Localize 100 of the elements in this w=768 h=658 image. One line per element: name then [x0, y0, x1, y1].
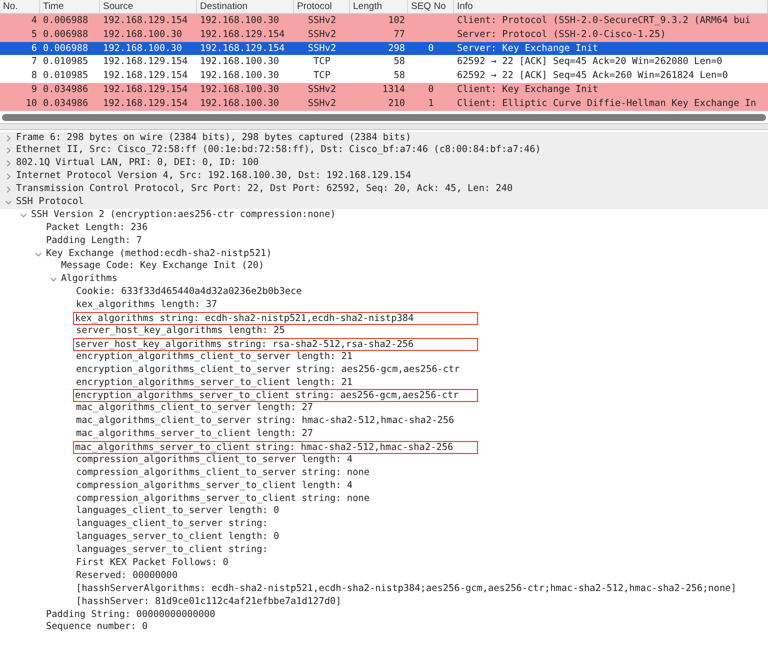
packet-cell-text: 5 — [30, 28, 38, 42]
packet-row[interactable]: 6 0.006988 192.168.100.30 192.168.129.154 SSHv2 298 0 Server: Key Exchange Init — [0, 42, 768, 56]
column-header[interactable]: Source — [100, 0, 197, 13]
packet-cell-text: 0.006988 — [42, 14, 90, 28]
detail-line[interactable]: Padding Length: 7 — [46, 234, 142, 248]
packet-cell-text: 0.006988 — [42, 42, 90, 56]
packet-cell-text: 0 — [427, 42, 435, 56]
packet-cell-text: 62592 → 22 [ACK] Seq=45 Ack=20 Win=262080 Len=0 — [456, 55, 724, 70]
detail-line[interactable]: mac_algorithms_client_to_server string: hmac-sha2-512,hmac-sha2-256 — [76, 415, 454, 428]
packet-cell-text: 62592 → 22 [ACK] Seq=45 Ack=260 Win=261824 Len=0 — [456, 69, 729, 83]
detail-line[interactable]: kex_algorithms length: 37 — [76, 299, 218, 312]
detail-line[interactable]: mac_algorithms_client_to_server length: 27 — [76, 402, 314, 416]
detail-line[interactable]: Sequence number: 0 — [46, 621, 148, 634]
packet-cell-text: 0.006988 — [42, 28, 90, 42]
packet-cell-text: Server: Key Exchange Init — [456, 42, 600, 56]
packet-cell-text: 9 — [30, 82, 38, 97]
chevron-right-icon[interactable] — [4, 146, 13, 156]
column-header[interactable]: Protocol — [294, 0, 350, 13]
horizontal-scrollbar[interactable] — [2, 114, 766, 121]
detail-line[interactable]: compression_algorithms_server_to_client length: 4 — [76, 480, 353, 493]
detail-line[interactable]: encryption_algorithms_client_to_server length: 21 — [76, 350, 353, 364]
packet-row[interactable]: 5 0.006988 192.168.100.30 192.168.129.154 SSHv2 77 Server: Protocol (SSH-2.0-Cisco-1.25) — [0, 28, 768, 42]
packet-cell-text: SSHv2 — [306, 82, 338, 97]
packet-cell-text: 6 — [30, 42, 38, 56]
detail-line[interactable]: languages_client_to_server length: 0 — [76, 505, 280, 518]
packet-cell-text: 0.034986 — [42, 96, 90, 111]
packet-cell-text: 192.168.129.154 — [102, 82, 189, 97]
column-header[interactable]: No. — [0, 0, 40, 13]
packet-cell-text: 10 — [24, 96, 38, 111]
packet-cell-text: 192.168.129.154 — [102, 55, 189, 70]
packet-cell-text: 58 — [392, 55, 406, 70]
column-header[interactable]: Length — [350, 0, 408, 13]
detail-line[interactable]: Packet Length: 236 — [46, 222, 148, 235]
detail-line[interactable]: mac_algorithms_server_to_client length: 27 — [76, 428, 314, 441]
packet-cell-text: Client: Elliptic Curve Diffie-Hellman Key Exchange In — [456, 96, 758, 111]
detail-line[interactable]: Reserved: 00000000 — [76, 570, 178, 583]
packet-cell-text: 192.168.100.30 — [102, 42, 184, 56]
packet-cell-text: 192.168.100.30 — [199, 82, 280, 97]
packet-cell-text: Server: Protocol (SSH-2.0-Cisco-1.25) — [456, 28, 667, 42]
detail-line[interactable]: Message Code: Key Exchange Init (20) — [61, 260, 264, 274]
packet-cell-text: 192.168.129.154 — [102, 14, 189, 28]
packet-cell-text: SSHv2 — [306, 42, 338, 56]
packet-cell-text: 192.168.129.154 — [102, 69, 189, 83]
detail-line[interactable]: Cookie: 633f33d465440a4d32a0236e2b0b3ece — [76, 286, 302, 300]
column-header[interactable]: Destination — [197, 0, 294, 13]
packet-cell-text: 8 — [30, 69, 38, 83]
detail-line[interactable]: [hasshServerAlgorithms: ecdh-sha2-nistp521,ecdh-sha2-nistp384;aes256-gcm,aes256-ctr;hmac-sha2-512,hmac-sha2-256;none] — [76, 582, 736, 596]
packet-cell-text: 58 — [392, 69, 406, 83]
detail-line[interactable]: Algorithms — [61, 273, 118, 286]
packet-cell-text: 7 — [30, 55, 38, 70]
packet-cell-text: 192.168.100.30 — [102, 28, 184, 42]
packet-cell-text: SSHv2 — [306, 14, 338, 28]
chevron-right-icon[interactable] — [4, 185, 13, 194]
packet-cell-text: 298 — [387, 42, 406, 56]
packet-cell-text: 4 — [30, 14, 38, 28]
packet-cell-text: SSHv2 — [306, 28, 338, 42]
detail-line[interactable]: encryption_algorithms_server_to_client length: 21 — [76, 376, 353, 390]
detail-line[interactable]: First KEX Packet Follows: 0 — [76, 556, 228, 570]
packet-cell-text: SSHv2 — [306, 96, 338, 111]
packet-cell-text: 0.010985 — [42, 55, 90, 70]
packet-cell-text: 210 — [387, 96, 406, 111]
detail-line[interactable]: encryption_algorithms_client_to_server string: aes256-gcm,aes256-ctr — [76, 364, 460, 377]
detail-line[interactable]: [hasshServer: 81d9ce01c112c4af21efbbe7a1d127d0] — [76, 596, 342, 609]
packet-cell-text: 77 — [392, 28, 406, 42]
packet-cell-text: 192.168.129.154 — [199, 42, 286, 56]
packet-cell-text: 192.168.100.30 — [199, 14, 280, 28]
packet-cell-text: 0 — [427, 82, 435, 97]
detail-line[interactable]: compression_algorithms_server_to_client string: none — [76, 492, 370, 506]
packet-cell-text: 192.168.100.30 — [199, 69, 280, 83]
packet-cell-text: Client: Key Exchange Init — [456, 82, 600, 97]
detail-line[interactable]: SSH Version 2 (encryption:aes256-ctr compression:none) — [31, 208, 336, 222]
column-header[interactable]: Time — [40, 0, 100, 13]
packet-cell-text: 0.010985 — [42, 69, 90, 83]
packet-cell-text: 192.168.129.154 — [199, 28, 286, 42]
chevron-right-icon[interactable] — [4, 172, 13, 182]
detail-line[interactable]: Padding String: 00000000000000 — [46, 608, 216, 622]
chevron-down-icon[interactable] — [49, 275, 58, 284]
packet-row[interactable]: 10 0.034986 192.168.129.154 192.168.100.30 SSHv2 210 1 Client: Elliptic Curve Diffie-Hellman Key Exchange In — [0, 96, 768, 111]
chevron-right-icon[interactable] — [4, 159, 13, 168]
packet-cell-text: 0.034986 — [42, 82, 90, 97]
detail-line[interactable]: server_host_key_algorithms length: 25 — [76, 324, 285, 338]
detail-line[interactable]: compression_algorithms_client_to_server length: 4 — [76, 454, 353, 467]
detail-line[interactable]: compression_algorithms_client_to_server string: none — [76, 466, 370, 480]
packet-row[interactable]: 4 0.006988 192.168.129.154 192.168.100.30 SSHv2 102 Client: Protocol (SSH-2.0-SecureCRT_9.3.2 (ARM64 bui — [0, 14, 768, 28]
packet-cell-text: 1 — [427, 96, 435, 111]
column-header[interactable]: Info — [454, 0, 768, 13]
detail-line[interactable]: languages_client_to_server string: — [76, 518, 268, 532]
packet-cell-text: TCP — [312, 69, 332, 83]
packet-cell-text: 192.168.129.154 — [102, 96, 189, 111]
detail-line[interactable]: Key Exchange (method:ecdh-sha2-nistp521) — [46, 248, 272, 260]
packet-cell-text: 192.168.100.30 — [199, 96, 280, 111]
chevron-right-icon[interactable] — [4, 134, 13, 143]
column-header[interactable]: SEQ No — [408, 0, 454, 13]
packet-cell-text: 1314 — [381, 82, 406, 97]
packet-row[interactable]: 9 0.034986 192.168.129.154 192.168.100.30 SSHv2 1314 0 Client: Key Exchange Init — [0, 82, 768, 97]
packet-cell-text: TCP — [312, 55, 332, 70]
detail-line[interactable]: languages_server_to_client length: 0 — [76, 531, 280, 544]
detail-line[interactable]: languages_server_to_client string: — [76, 544, 268, 557]
detail-line[interactable]: SSH Protocol — [16, 196, 84, 209]
packet-cell-text: 192.168.100.30 — [199, 55, 280, 70]
